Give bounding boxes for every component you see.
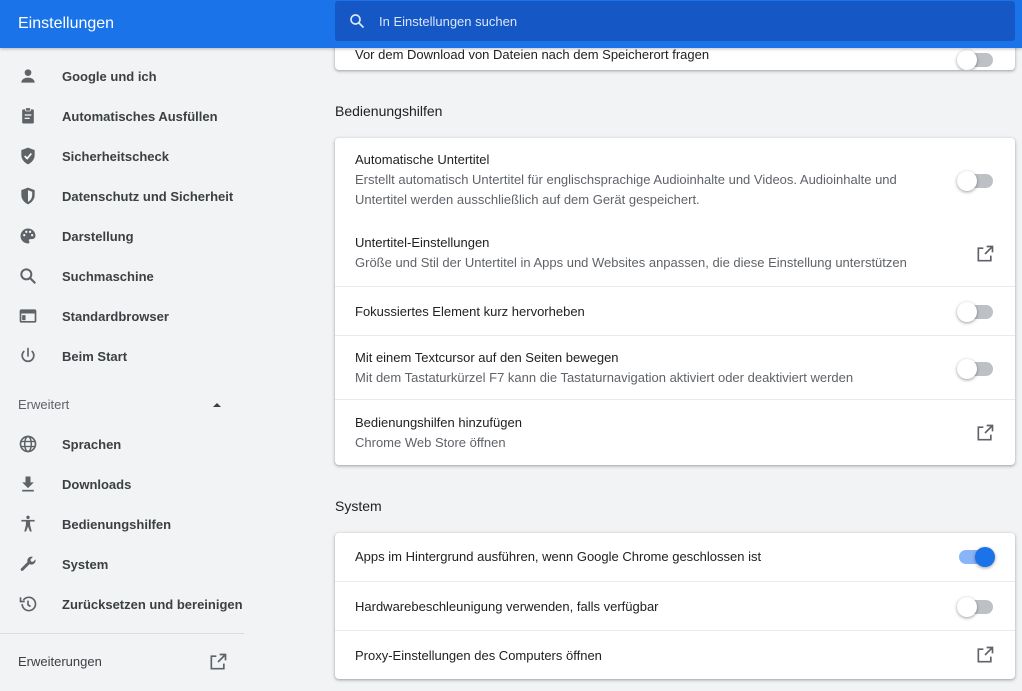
setting-row-caret-browsing[interactable]: Mit einem Textcursor auf den Seiten bewe… [335,335,1015,399]
sidebar-item-label: Erweiterungen [18,654,102,669]
sidebar-item-label: System [62,556,109,572]
browser-window-icon [18,306,38,326]
advanced-section-toggle[interactable]: Erweitert [0,384,244,424]
search-input[interactable]: In Einstellungen suchen [379,14,517,29]
sidebar-item-extensions[interactable]: Erweiterungen [0,642,244,682]
globe-icon [18,434,38,454]
setting-description: Erstellt automatisch Untertitel für engl… [355,172,897,207]
shield-check-icon [18,146,38,166]
sidebar-item-appearance[interactable]: Darstellung [0,216,244,256]
sidebar-item-on-startup[interactable]: Beim Start [0,336,244,376]
download-icon [18,474,38,494]
setting-title: Apps im Hintergrund ausführen, wenn Goog… [355,549,762,564]
section-title-accessibility: Bedienungshilfen [335,103,443,119]
sidebar-item-label: Bedienungshilfen [62,516,172,532]
setting-title: Proxy-Einstellungen des Computers öffnen [355,648,602,663]
external-link-icon[interactable] [975,244,995,264]
top-bar: Einstellungen In Einstellungen suchen [0,0,1022,48]
setting-row-focus-highlight[interactable]: Fokussiertes Element kurz hervorheben [335,286,1015,335]
sidebar-item-autofill[interactable]: Automatisches Ausfüllen [0,96,244,136]
sidebar-item-label: Suchmaschine [62,268,154,284]
search-icon [335,12,379,30]
sidebar-item-label: Sprachen [62,436,122,452]
sidebar-item-label: Downloads [62,476,132,492]
power-icon [18,346,38,366]
setting-title: Hardwarebeschleunigung verwenden, falls … [355,599,659,614]
system-card: Apps im Hintergrund ausführen, wenn Goog… [335,533,1015,679]
advanced-section-label: Erweitert [18,396,70,412]
chevron-up-icon [210,398,224,410]
palette-icon [18,226,38,246]
sidebar-item-languages[interactable]: Sprachen [0,424,244,464]
main-content: Vor dem Download von Dateien nach dem Sp… [335,18,1015,691]
sidebar-item-label: Standardbrowser [62,308,169,324]
sidebar-item-label: Darstellung [62,228,134,244]
setting-title: Automatische Untertitel [355,152,490,167]
external-link-icon[interactable] [975,645,995,665]
setting-title: Mit einem Textcursor auf den Seiten bewe… [355,350,619,365]
sidebar-item-label: Zurücksetzen und bereinigen [62,596,243,612]
focus-highlight-toggle[interactable] [957,302,993,322]
hardware-acceleration-toggle[interactable] [957,597,993,617]
accessibility-card: Automatische Untertitel Erstellt automat… [335,138,1015,465]
sidebar-item-system[interactable]: System [0,544,244,584]
sidebar-item-privacy[interactable]: Datenschutz und Sicherheit [0,176,244,216]
setting-description: Chrome Web Store öffnen [355,435,506,450]
external-link-icon[interactable] [975,423,995,443]
setting-title: Fokussiertes Element kurz hervorheben [355,304,585,319]
partial-setting-text: Vor dem Download von Dateien nach dem Sp… [355,47,710,62]
wrench-icon [18,554,38,574]
sidebar-item-accessibility[interactable]: Bedienungshilfen [0,504,244,544]
page-title: Einstellungen [18,15,115,32]
sidebar-item-google-und-ich[interactable]: Google und ich [0,56,244,96]
section-title-system: System [335,498,382,514]
accessibility-icon [18,514,38,534]
sidebar-item-label: Sicherheitscheck [62,148,169,164]
setting-title: Untertitel-Einstellungen [355,235,490,250]
sidebar-item-reset[interactable]: Zurücksetzen und bereinigen [0,584,244,624]
setting-row-proxy-settings[interactable]: Proxy-Einstellungen des Computers öffnen [335,630,1015,679]
setting-row-add-accessibility[interactable]: Bedienungshilfen hinzufügen Chrome Web S… [335,399,1015,465]
sidebar-item-search-engine[interactable]: Suchmaschine [0,256,244,296]
setting-title: Bedienungshilfen hinzufügen [355,415,522,430]
shield-half-icon [18,186,38,206]
setting-row-background-apps[interactable]: Apps im Hintergrund ausführen, wenn Goog… [335,533,1015,581]
sidebar-item-downloads[interactable]: Downloads [0,464,244,504]
external-link-icon [208,652,228,672]
search-icon [18,266,38,286]
caret-browsing-toggle[interactable] [957,359,993,379]
setting-row-auto-captions[interactable]: Automatische Untertitel Erstellt automat… [335,138,1015,224]
history-icon [18,594,38,614]
sidebar-divider [0,633,244,634]
setting-row-hardware-acceleration[interactable]: Hardwarebeschleunigung verwenden, falls … [335,581,1015,630]
background-apps-toggle[interactable] [959,547,995,567]
clipboard-icon [18,106,38,126]
setting-row-caption-settings[interactable]: Untertitel-Einstellungen Größe und Stil … [335,224,1015,286]
sidebar-item-safety-check[interactable]: Sicherheitscheck [0,136,244,176]
sidebar-item-label: Automatisches Ausfüllen [62,108,218,124]
setting-description: Größe und Stil der Untertitel in Apps un… [355,255,907,270]
sidebar-item-label: Beim Start [62,348,128,364]
search-box[interactable]: In Einstellungen suchen [335,1,1015,41]
sidebar-item-label: Google und ich [62,68,157,84]
partial-toggle[interactable] [957,50,993,70]
setting-description: Mit dem Tastaturkürzel F7 kann die Tasta… [355,370,854,385]
auto-captions-toggle[interactable] [957,171,993,191]
sidebar: Google und ich Automatisches Ausfüllen S… [0,48,244,691]
sidebar-item-default-browser[interactable]: Standardbrowser [0,296,244,336]
sidebar-item-label: Datenschutz und Sicherheit [62,188,234,204]
person-icon [18,66,38,86]
